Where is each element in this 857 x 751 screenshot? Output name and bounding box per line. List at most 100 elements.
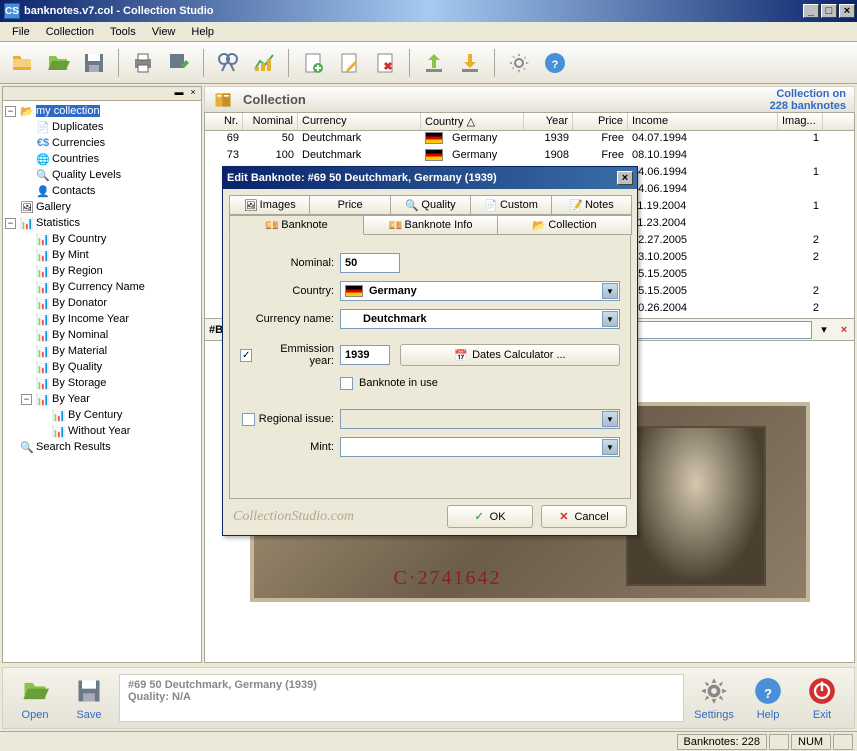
tab-custom[interactable]: 📄Custom [470,195,551,215]
emission-year-checkbox[interactable]: ✓ [240,349,252,362]
emission-year-input[interactable] [340,345,390,365]
col-country[interactable]: Country △ [421,113,524,130]
new-collection-button[interactable] [6,47,38,79]
label-banknote-in-use: Banknote in use [359,377,438,389]
edit-item-button[interactable] [333,47,365,79]
bb-exit-button[interactable]: Exit [798,675,846,721]
tree-node-by-century[interactable]: 📊By Century [37,407,199,423]
col-income[interactable]: Income [628,113,778,130]
tree-node-currencies[interactable]: €$Currencies [21,135,199,151]
tree-node-by-quality[interactable]: 📊By Quality [21,359,199,375]
dates-calculator-button[interactable]: 📅Dates Calculator ... [400,344,620,366]
print-button[interactable] [127,47,159,79]
tree-node-by-region[interactable]: 📊By Region [21,263,199,279]
window-title: banknotes.v7.col - Collection Studio [24,5,801,17]
svg-text:?: ? [764,686,772,701]
app-icon: CS [4,3,20,19]
tree-node-by-country[interactable]: 📊By Country [21,231,199,247]
save-as-button[interactable] [163,47,195,79]
cancel-button[interactable]: ✕Cancel [541,505,627,528]
table-row[interactable]: 6950Deutchmark Germany1939Free04.07.1994… [205,131,854,148]
mint-select[interactable]: ▼ [340,437,620,457]
import-button[interactable] [454,47,486,79]
save-button[interactable] [78,47,110,79]
settings-button[interactable] [503,47,535,79]
statistics-button[interactable] [248,47,280,79]
tree-node-gallery[interactable]: 🖼Gallery [5,199,199,215]
tree-node-statistics[interactable]: −📊Statistics [5,215,199,231]
tree-node-by-donator[interactable]: 📊By Donator [21,295,199,311]
toolbar-separator [494,49,495,77]
tree-pin-icon[interactable]: ▬ [173,87,185,99]
delete-item-button[interactable] [369,47,401,79]
col-currency[interactable]: Currency [298,113,421,130]
ok-button[interactable]: ✓OK [447,505,533,528]
dialog-close-button[interactable]: × [617,171,633,185]
tree-toggle-icon[interactable]: − [21,394,32,405]
tree-node-without-year[interactable]: 📊Without Year [37,423,199,439]
new-item-button[interactable] [297,47,329,79]
filter-dropdown-icon[interactable]: ▾ [814,320,834,340]
col-price[interactable]: Price [573,113,628,130]
minimize-button[interactable]: _ [803,4,819,18]
country-select[interactable]: Germany▼ [340,281,620,301]
tree-node-by-storage[interactable]: 📊By Storage [21,375,199,391]
menu-file[interactable]: File [4,24,38,40]
bb-save-button[interactable]: Save [65,675,113,721]
tab-collection[interactable]: 📂Collection [497,215,632,235]
bb-settings-button[interactable]: Settings [690,675,738,721]
table-row[interactable]: 73100Deutchmark Germany1908Free08.10.199… [205,148,854,165]
col-nominal[interactable]: Nominal [243,113,298,130]
note-icon: 📝 [569,199,581,211]
menu-help[interactable]: Help [183,24,222,40]
dialog-title: Edit Banknote: #69 50 Deutchmark, German… [227,172,617,184]
grid-header: Nr. Nominal Currency Country △ Year Pric… [205,113,854,131]
tree-node-by-currency-name[interactable]: 📊By Currency Name [21,279,199,295]
tab-banknote[interactable]: 💴Banknote [229,215,364,235]
tab-quality[interactable]: 🔍Quality [390,195,471,215]
banknote-in-use-checkbox[interactable] [340,377,353,390]
bb-open-button[interactable]: Open [11,675,59,721]
export-button[interactable] [418,47,450,79]
picture-icon: 🖼 [20,200,34,214]
tree-toggle-icon[interactable]: − [5,218,16,229]
regional-issue-checkbox[interactable] [242,413,255,426]
menu-tools[interactable]: Tools [102,24,144,40]
filter-clear-icon[interactable]: × [834,320,854,340]
search-button[interactable] [212,47,244,79]
tree-node-duplicates[interactable]: 📄Duplicates [21,119,199,135]
calendar-icon: 📅 [454,349,468,362]
tab-price[interactable]: Price [309,195,390,215]
tree-node-by-mint[interactable]: 📊By Mint [21,247,199,263]
col-imag[interactable]: Imag... [778,113,823,130]
tree-toggle-icon[interactable]: − [5,106,16,117]
tree-node-my-collection[interactable]: −📂my collection [5,103,199,119]
col-nr[interactable]: Nr. [205,113,243,130]
col-year[interactable]: Year [524,113,573,130]
tree-close-icon[interactable]: × [187,87,199,99]
menu-view[interactable]: View [144,24,184,40]
currency-name-select[interactable]: Deutchmark▼ [340,309,620,329]
toolbar-separator [409,49,410,77]
tree-node-contacts[interactable]: 👤Contacts [21,183,199,199]
tree-node-search-results[interactable]: 🔍Search Results [5,439,199,455]
open-button[interactable] [42,47,74,79]
tree-node-by-income-year[interactable]: 📊By Income Year [21,311,199,327]
tree-node-by-nominal[interactable]: 📊By Nominal [21,327,199,343]
regional-issue-select[interactable]: ▼ [340,409,620,429]
tab-images[interactable]: 🖼Images [229,195,310,215]
nominal-input[interactable] [340,253,400,273]
maximize-button[interactable]: □ [821,4,837,18]
tree-node-countries[interactable]: 🌐Countries [21,151,199,167]
tab-banknote-info[interactable]: 💴Banknote Info [363,215,498,235]
help-button[interactable]: ? [539,47,571,79]
info-icon: 💴 [389,219,401,231]
tree-node-by-material[interactable]: 📊By Material [21,343,199,359]
tab-notes[interactable]: 📝Notes [551,195,632,215]
label-country: Country: [240,285,340,297]
tree-node-quality[interactable]: 🔍Quality Levels [21,167,199,183]
tree-node-by-year[interactable]: −📊By Year [21,391,199,407]
menu-collection[interactable]: Collection [38,24,102,40]
close-button[interactable]: × [839,4,855,18]
bb-help-button[interactable]: ? Help [744,675,792,721]
